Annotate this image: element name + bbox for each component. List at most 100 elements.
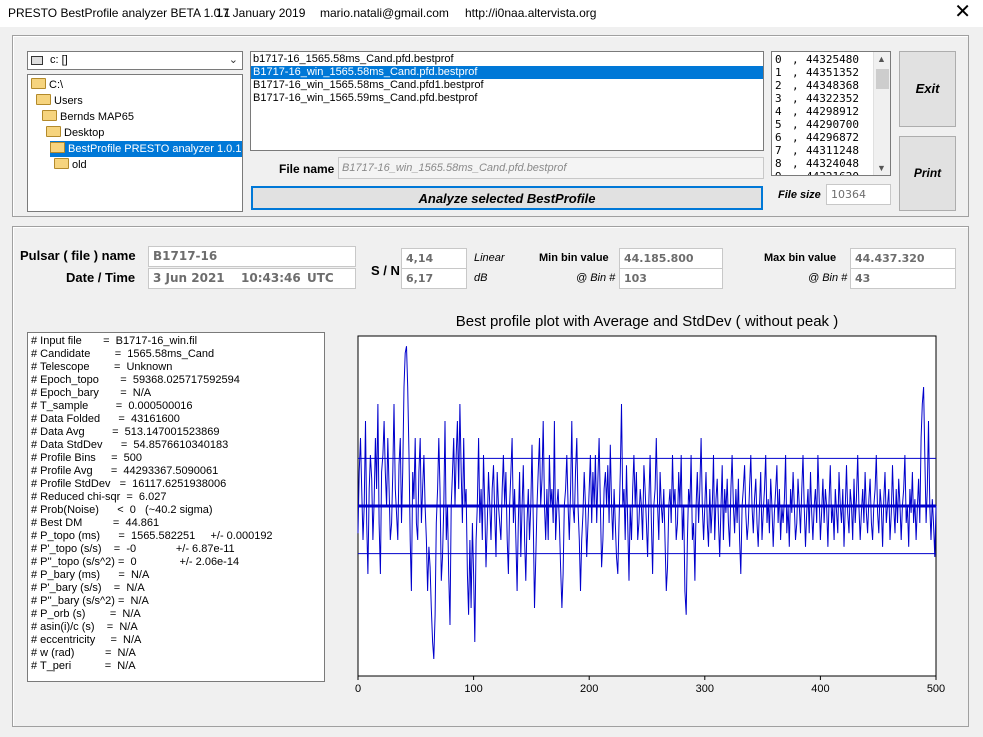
file-size-field: 10364 <box>826 184 891 205</box>
bin-row[interactable]: 3, 44322352 <box>775 92 859 105</box>
file-list[interactable]: b1717-16_1565.58ms_Cand.pfd.bestprof B17… <box>250 51 764 151</box>
folder-closed-icon <box>54 158 69 169</box>
bin-row[interactable]: 4, 44298912 <box>775 105 859 118</box>
bin-row[interactable]: 9,44321620 <box>775 170 859 175</box>
folder-tree[interactable]: C:\ Users Bernds MAP65 Desktop BestProfi… <box>27 74 243 212</box>
bin-separator: , <box>792 144 799 157</box>
bin-row[interactable]: 8, 44324048 <box>775 157 859 170</box>
bin-value: 44311248 <box>806 144 859 157</box>
file-name-field: B1717-16_win_1565.58ms_Cand.pfd.bestprof <box>338 157 764 179</box>
bin-row[interactable]: 2, 44348368 <box>775 79 859 92</box>
bin-index: 9 <box>775 170 792 175</box>
info-line: # Epoch_bary = N/A <box>31 387 152 399</box>
min-bin-label: Min bin value <box>539 252 609 264</box>
bin-separator: , <box>792 66 799 79</box>
bin-row[interactable]: 7, 44311248 <box>775 144 859 157</box>
x-tick-label: 300 <box>696 683 714 695</box>
file-size-label: File size <box>778 189 821 201</box>
scroll-thumb[interactable] <box>876 69 889 89</box>
info-line: # Data StdDev = 54.8576610340183 <box>31 439 229 451</box>
window-date: 17 January 2019 <box>216 6 306 20</box>
info-line: # T_sample = 0.000500016 <box>31 400 193 412</box>
info-line: # Epoch_topo = 59368.025717592594 <box>31 374 240 386</box>
bin-separator: , <box>792 157 799 170</box>
bin-index: 4 <box>775 105 782 118</box>
info-line: # Prob(Noise) < 0 (~40.2 sigma) <box>31 504 213 516</box>
info-line: # Best DM = 44.861 <box>31 517 160 529</box>
bin-separator: , <box>792 105 799 118</box>
file-name-label: File name <box>279 162 335 176</box>
folder-item[interactable]: old <box>54 157 87 173</box>
exit-button[interactable]: Exit <box>899 51 956 127</box>
min-bin-index-label: @ Bin # <box>576 272 616 284</box>
bins-rows: 0, 44325480 1, 44351352 2, 44348368 3, 44322352… <box>775 53 859 175</box>
info-line: # Input file = B1717-16_win.fil <box>31 335 198 347</box>
bin-value: 44296872 <box>806 131 859 144</box>
bin-separator: , <box>792 131 799 144</box>
bin-index: 2 <box>775 79 782 92</box>
date-value: 3 Jun 2021 <box>153 271 225 285</box>
scroll-up-icon[interactable]: ▲ <box>877 54 886 64</box>
max-bin-index-label: @ Bin # <box>808 272 848 284</box>
scroll-down-icon[interactable]: ▼ <box>877 163 886 173</box>
info-line: # P_orb (s) = N/A <box>31 608 141 620</box>
bin-value: 44290700 <box>806 118 859 131</box>
info-lines: # Input file = B1717-16_win.fil # Candida… <box>31 335 324 673</box>
folder-item[interactable]: Bernds MAP65 <box>42 109 134 125</box>
datetime-label: Date / Time <box>66 270 136 285</box>
bins-scrollbar[interactable]: ▲ ▼ <box>873 52 890 175</box>
folder-open-icon <box>36 94 51 105</box>
chevron-down-icon[interactable]: ⌄ <box>229 53 238 66</box>
folder-item[interactable]: Desktop <box>46 125 104 141</box>
drive-select[interactable]: c: [] ⌄ <box>27 51 243 70</box>
timezone-value: UTC <box>307 271 334 285</box>
info-line: # T_peri = N/A <box>31 660 136 672</box>
folder-open-icon <box>42 110 57 121</box>
file-list-item[interactable]: b1717-16_1565.58ms_Cand.pfd.bestprof <box>251 53 763 66</box>
chart-title: Best profile plot with Average and StdDe… <box>455 313 839 330</box>
drive-icon <box>31 56 43 65</box>
bin-separator: , <box>792 53 799 66</box>
info-line: # Candidate = 1565.58ms_Cand <box>31 348 215 360</box>
close-icon[interactable]: ✕ <box>954 2 971 22</box>
max-bin-label: Max bin value <box>764 252 837 264</box>
info-line: # Data Avg = 513.147001523869 <box>31 426 220 438</box>
analyze-button[interactable]: Analyze selected BestProfile <box>251 186 763 210</box>
info-line: # Profile Avg = 44293367.5090061 <box>31 465 219 477</box>
bin-index: 0 <box>775 53 782 66</box>
min-bin-index-field: 103 <box>619 268 723 289</box>
sn-db-label: dB <box>474 272 488 284</box>
bin-row[interactable]: 0, 44325480 <box>775 53 859 66</box>
x-tick-label: 100 <box>464 683 482 695</box>
print-button[interactable]: Print <box>899 136 956 211</box>
bin-row[interactable]: 5, 44290700 <box>775 118 859 131</box>
bin-index: 3 <box>775 92 782 105</box>
info-line: # asin(i)/c (s) = N/A <box>31 621 138 633</box>
sn-linear-label: Linear <box>474 252 505 264</box>
folder-item[interactable]: Users <box>36 93 83 109</box>
folder-item[interactable]: C:\ <box>31 77 63 93</box>
folder-item-selected[interactable]: BestProfile PRESTO analyzer 1.0.1.e <box>50 141 242 157</box>
bin-value: 44298912 <box>806 105 859 118</box>
x-tick-label: 500 <box>927 683 945 695</box>
profile-chart: 0 100 200 300 400 500 <box>355 335 945 695</box>
file-list-item-selected[interactable]: B1717-16_win_1565.58ms_Cand.pfd.bestprof <box>251 66 763 79</box>
max-bin-field: 44.437.320 <box>850 248 956 269</box>
file-list-item[interactable]: B1717-16_win_1565.59ms_Cand.pfd.bestprof <box>251 92 763 105</box>
bin-separator: , <box>792 170 806 175</box>
bin-separator: , <box>792 79 799 92</box>
bin-separator: , <box>792 92 799 105</box>
title-bar: PRESTO BestProfile analyzer BETA 1.0.1 1… <box>0 0 983 27</box>
bin-row[interactable]: 1, 44351352 <box>775 66 859 79</box>
x-tick-label: 0 <box>355 683 361 695</box>
bins-list[interactable]: 0, 44325480 1, 44351352 2, 44348368 3, 44322352… <box>771 51 891 176</box>
info-line: # eccentricity = N/A <box>31 634 142 646</box>
info-line: # P''_topo (s/s^2) = 0 +/- 2.06e-14 <box>31 556 240 568</box>
file-list-item[interactable]: B1717-16_win_1565.58ms_Cand.pfd1.bestpro… <box>251 79 763 92</box>
window-email: mario.natali@gmail.com <box>320 6 449 20</box>
folder-open-icon <box>46 126 61 137</box>
bin-separator: , <box>792 118 799 131</box>
window-title: PRESTO BestProfile analyzer BETA 1.0.1 <box>8 6 231 20</box>
info-line: # P'_bary (s/s) = N/A <box>31 582 145 594</box>
bin-row[interactable]: 6, 44296872 <box>775 131 859 144</box>
